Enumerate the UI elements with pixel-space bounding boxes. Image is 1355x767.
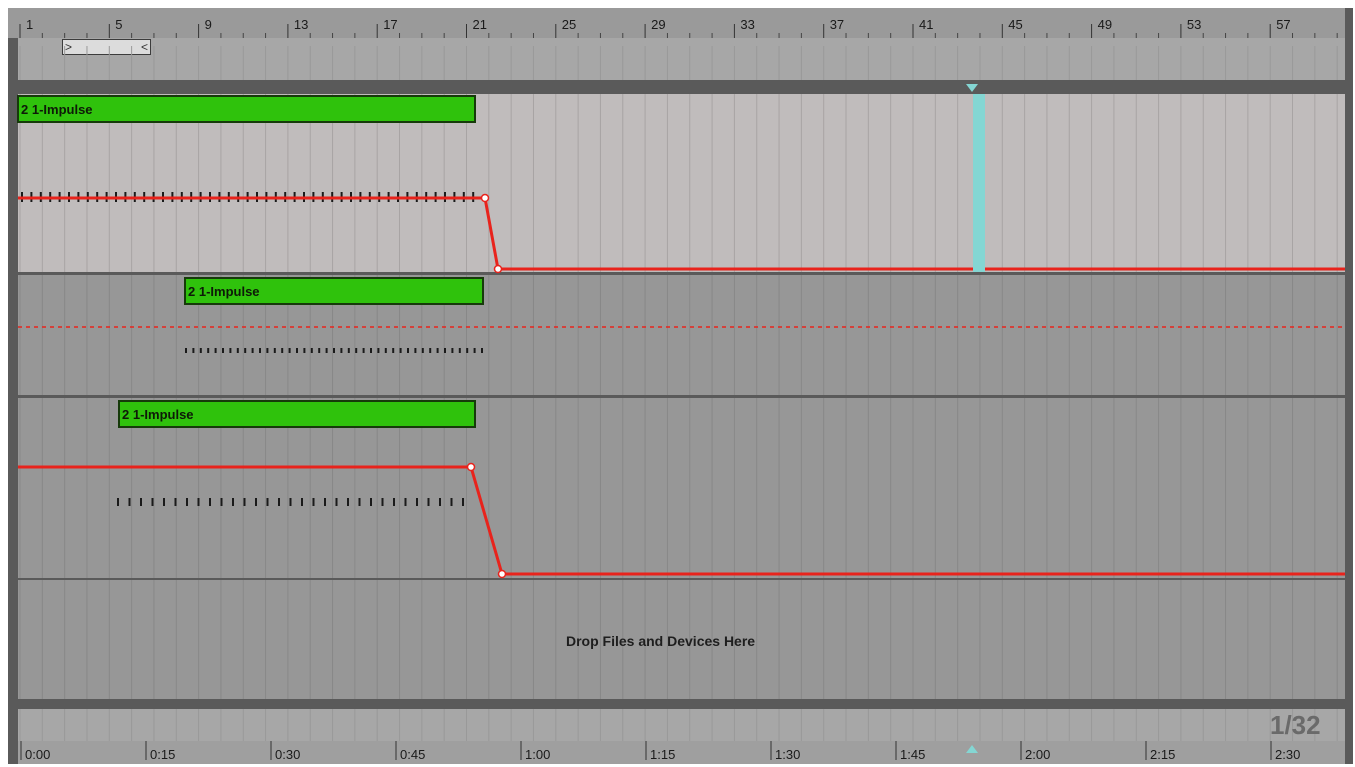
- clip-track-2[interactable]: 2 1-Impulse: [184, 277, 484, 305]
- clip-label: 2 1-Impulse: [122, 407, 194, 422]
- clip-label: 2 1-Impulse: [188, 284, 260, 299]
- automation-envelope-track-1[interactable]: [18, 196, 1345, 271]
- locator-marker-icon[interactable]: [966, 745, 978, 753]
- clip-label: 2 1-Impulse: [21, 102, 93, 117]
- grid-zoom-indicator[interactable]: 1/32: [1270, 710, 1321, 741]
- locator-column[interactable]: [973, 94, 985, 272]
- drop-zone-label: Drop Files and Devices Here: [566, 633, 756, 649]
- automation-breakpoint[interactable]: [466, 462, 476, 472]
- automation-breakpoint[interactable]: [493, 264, 503, 274]
- locator-marker-icon[interactable]: [966, 84, 978, 92]
- automation-breakpoint[interactable]: [497, 569, 507, 579]
- automation-breakpoint[interactable]: [480, 193, 490, 203]
- automation-envelope-track-3[interactable]: [18, 465, 1345, 576]
- clip-track-1[interactable]: 2 1-Impulse: [17, 95, 476, 123]
- arrangement-view: 1 5 9 13 17 21 25 29 33 37 41 45 49 53 57 > < 0:00 0:15…: [8, 8, 1353, 764]
- clip-track-3[interactable]: 2 1-Impulse: [118, 400, 476, 428]
